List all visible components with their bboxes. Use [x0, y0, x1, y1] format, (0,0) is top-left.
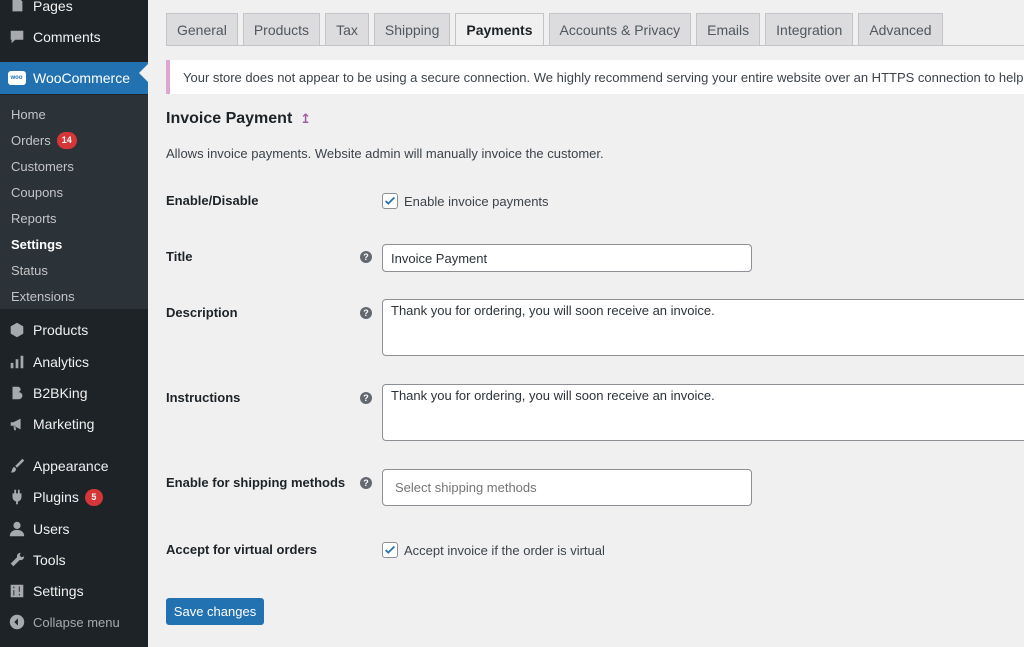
menu-appearance-label: Appearance — [33, 458, 109, 474]
menu-woocommerce-label: WooCommerce — [33, 70, 130, 86]
shipping-methods-help-icon[interactable]: ? — [360, 477, 372, 489]
submenu-orders[interactable]: Orders 14 — [11, 130, 77, 150]
menu-appearance[interactable]: Appearance — [0, 451, 148, 481]
pages-icon — [0, 0, 33, 15]
enable-disable-label: Enable/Disable — [166, 193, 259, 208]
settings-sliders-icon — [0, 582, 33, 600]
submenu-status-label: Status — [11, 262, 48, 278]
current-menu-arrow — [139, 64, 148, 82]
tab-products[interactable]: Products — [242, 13, 321, 46]
comment-icon — [0, 28, 33, 46]
menu-pages-label: Pages — [33, 0, 73, 14]
menu-products[interactable]: Products — [0, 315, 148, 345]
submenu-extensions-label: Extensions — [11, 288, 75, 304]
submenu-home-label: Home — [11, 106, 46, 122]
collapse-menu-label: Collapse menu — [33, 614, 120, 630]
description-label: Description — [166, 305, 238, 320]
menu-b2bking[interactable]: B2BKing — [0, 378, 148, 408]
user-icon — [0, 520, 33, 538]
virtual-orders-checkbox-label[interactable]: Accept invoice if the order is virtual — [404, 543, 605, 558]
submenu-reports-label: Reports — [11, 210, 57, 226]
tab-general[interactable]: General — [166, 13, 238, 46]
instructions-label: Instructions — [166, 390, 241, 405]
tab-tax[interactable]: Tax — [325, 13, 369, 46]
submenu-home[interactable]: Home — [11, 104, 46, 124]
menu-analytics[interactable]: Analytics — [0, 347, 148, 377]
menu-comments-label: Comments — [33, 29, 101, 45]
menu-tools-label: Tools — [33, 552, 66, 568]
submenu-status[interactable]: Status — [11, 260, 48, 280]
submenu-coupons-label: Coupons — [11, 184, 64, 200]
https-warning-notice: Your store does not appear to be using a… — [166, 60, 1024, 94]
submenu-coupons[interactable]: Coupons — [11, 182, 63, 202]
menu-plugins-label: Plugins — [33, 489, 79, 505]
submenu-extensions[interactable]: Extensions — [11, 286, 75, 306]
notice-text: Your store does not appear to be using a… — [183, 69, 1024, 85]
box-icon — [0, 321, 33, 339]
plugin-icon — [0, 488, 33, 506]
menu-marketing-label: Marketing — [33, 416, 95, 432]
tab-accounts-privacy[interactable]: Accounts & Privacy — [548, 13, 692, 46]
menu-woocommerce[interactable]: woo WooCommerce — [0, 62, 148, 94]
paintbrush-icon — [0, 457, 33, 475]
virtual-orders-label: Accept for virtual orders — [166, 542, 317, 557]
woocommerce-icon: woo — [7, 71, 26, 85]
description-textarea[interactable]: Thank you for ordering, you will soon re… — [382, 299, 1024, 356]
tabs-divider — [166, 45, 1024, 46]
menu-plugins[interactable]: Plugins 5 — [0, 482, 148, 512]
shipping-methods-label: Enable for shipping methods — [166, 475, 346, 490]
b2bking-icon — [0, 384, 33, 402]
submenu-settings[interactable]: Settings — [11, 234, 62, 254]
submenu-customers-label: Customers — [11, 158, 74, 174]
woocommerce-submenu: Home Orders 14 Customers Coupons Reports … — [0, 95, 148, 309]
menu-marketing[interactable]: Marketing — [0, 409, 148, 439]
menu-settings[interactable]: Settings — [0, 576, 148, 606]
collapse-menu-button[interactable]: Collapse menu — [0, 607, 148, 637]
wrench-icon — [0, 551, 33, 569]
return-up-icon[interactable]: ↥ — [300, 111, 311, 127]
plugins-update-badge: 5 — [84, 488, 103, 506]
menu-b2bking-label: B2BKing — [33, 385, 88, 401]
menu-tools[interactable]: Tools — [0, 545, 148, 575]
tab-payments[interactable]: Payments — [455, 13, 544, 46]
checkmark-icon — [385, 196, 395, 205]
submenu-orders-label: Orders — [11, 132, 51, 148]
menu-products-label: Products — [33, 322, 89, 338]
checkmark-icon — [385, 545, 395, 554]
menu-users-label: Users — [33, 521, 70, 537]
description-help-icon[interactable]: ? — [360, 307, 372, 319]
menu-pages[interactable]: Pages — [0, 0, 148, 21]
virtual-orders-checkbox[interactable] — [382, 542, 398, 558]
submenu-settings-label: Settings — [11, 236, 63, 252]
enable-payments-checkbox-label[interactable]: Enable invoice payments — [404, 194, 549, 209]
title-help-icon[interactable]: ? — [360, 251, 372, 263]
menu-comments[interactable]: Comments — [0, 22, 148, 52]
tab-shipping[interactable]: Shipping — [373, 13, 451, 46]
collapse-arrow-icon — [0, 613, 33, 631]
submenu-customers[interactable]: Customers — [11, 156, 74, 176]
page-title-text: Invoice Payment — [166, 110, 293, 127]
tab-emails[interactable]: Emails — [696, 13, 761, 46]
page-title: Invoice Payment ↥ — [166, 110, 311, 128]
orders-count-badge: 14 — [56, 131, 77, 149]
shipping-methods-select[interactable]: Select shipping methods — [382, 469, 752, 506]
bar-chart-icon — [0, 353, 33, 371]
instructions-textarea[interactable]: Thank you for ordering, you will soon re… — [382, 384, 1024, 441]
tab-integration[interactable]: Integration — [765, 13, 854, 46]
title-input[interactable]: Invoice Payment — [382, 244, 752, 272]
megaphone-icon — [0, 415, 33, 433]
menu-users[interactable]: Users — [0, 514, 148, 544]
menu-settings-label: Settings — [33, 583, 84, 599]
shipping-methods-placeholder: Select shipping methods — [395, 480, 537, 495]
save-changes-button[interactable]: Save changes — [166, 598, 264, 625]
instructions-help-icon[interactable]: ? — [360, 392, 372, 404]
tab-advanced[interactable]: Advanced — [858, 13, 943, 46]
gateway-description: Allows invoice payments. Website admin w… — [166, 146, 604, 161]
enable-payments-checkbox[interactable] — [382, 193, 398, 209]
settings-tabs: General Products Tax Shipping Payments A… — [166, 13, 948, 46]
menu-analytics-label: Analytics — [33, 354, 90, 370]
admin-sidebar: Pages Comments woo WooCommerce Home Orde… — [0, 0, 148, 647]
submenu-reports[interactable]: Reports — [11, 208, 57, 228]
title-label: Title — [166, 249, 193, 264]
